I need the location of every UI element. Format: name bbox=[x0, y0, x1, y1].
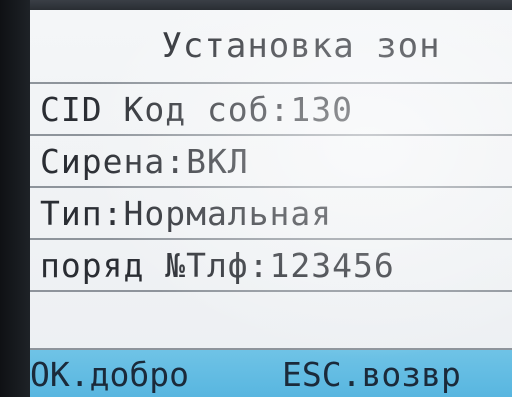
menu-row-cid-code[interactable]: CID Код соб:130 bbox=[30, 82, 512, 136]
ok-softkey[interactable]: OK.добро bbox=[30, 354, 189, 396]
menu-row-phone-order[interactable]: поряд №Тлф:123456 bbox=[30, 240, 512, 292]
softkey-bar: OK.добро ESC.возвр bbox=[30, 350, 512, 397]
alarm-panel-device: Установка зон CID Код соб:130 Сирена:ВКЛ… bbox=[0, 0, 512, 397]
menu-row-label: Сирена:ВКЛ bbox=[40, 142, 249, 181]
menu-row-label: CID Код соб:130 bbox=[40, 90, 354, 129]
menu-row-empty bbox=[30, 292, 512, 350]
menu-row-label: поряд №Тлф:123456 bbox=[40, 246, 395, 285]
device-bezel-left bbox=[0, 0, 30, 397]
screen-title: Установка зон bbox=[161, 26, 441, 66]
menu-row-zone-type[interactable]: Тип:Нормальная bbox=[30, 188, 512, 240]
menu-row-siren[interactable]: Сирена:ВКЛ bbox=[30, 136, 512, 188]
esc-softkey[interactable]: ESC.возвр bbox=[282, 354, 461, 396]
menu-row-label: Тип:Нормальная bbox=[40, 194, 333, 233]
lcd-screen: Установка зон CID Код соб:130 Сирена:ВКЛ… bbox=[30, 10, 512, 397]
